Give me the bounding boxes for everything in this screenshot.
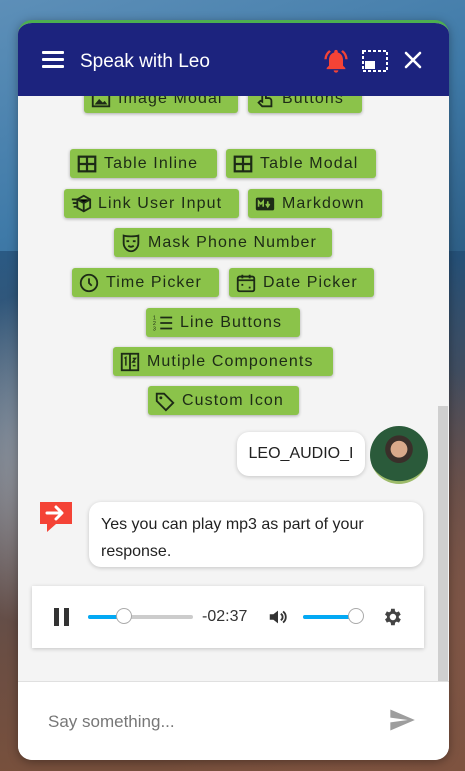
bot-message-bubble: Yes you can play mp3 as part of your res… [89,502,423,567]
touch-icon [257,96,273,107]
table-icon [233,155,253,172]
calendar-icon [236,274,256,292]
image-icon [91,96,111,107]
clock-icon [79,273,99,292]
mask-phone-number-button[interactable]: Mask Phone Number [114,228,332,257]
time-picker-button[interactable]: Time Picker [72,268,219,297]
chat-body[interactable]: Image Modal Buttons Table Inline Table M… [18,96,449,681]
bot-message-text: Yes you can play mp3 as part of your res… [101,516,364,560]
tag-icon [155,392,175,411]
table-icon [77,155,97,172]
chat-header: Speak with Leo [18,23,449,96]
list-icon: 123 [153,315,173,332]
mask-icon [122,233,140,252]
volume-thumb[interactable] [347,608,364,624]
image-modal-button[interactable]: Image Modal [84,96,238,113]
button-label: Mask Phone Number [148,233,317,251]
custom-icon-button[interactable]: Custom Icon [148,386,299,415]
button-label: Buttons [282,96,344,107]
scrollbar[interactable] [438,406,448,681]
chat-title: Speak with Leo [80,51,210,72]
user-message-bubble: LEO_AUDIO_I [237,432,365,476]
chat-footer [18,681,449,760]
button-label: Custom Icon [182,391,284,409]
button-label: Date Picker [263,273,358,291]
volume-icon[interactable] [266,606,290,628]
send-icon[interactable] [386,706,418,734]
message-input[interactable] [46,704,370,740]
button-label: Mutiple Components [147,352,314,370]
bot-avatar-icon [40,502,72,532]
components-icon [120,352,140,371]
menu-icon[interactable] [42,51,64,69]
table-inline-button[interactable]: Table Inline [70,149,217,178]
chat-widget: Speak with Leo Image Modal Buttons Table… [18,20,449,760]
line-buttons-button[interactable]: 123 Line Buttons [146,308,300,337]
link-input-icon [71,194,92,212]
bell-icon[interactable] [322,47,350,75]
volume-slider[interactable] [303,608,364,624]
audio-progress-slider[interactable] [88,608,193,624]
multiple-components-button[interactable]: Mutiple Components [113,347,333,376]
user-message-text: LEO_AUDIO_I [248,445,354,462]
audio-time: -02:37 [202,608,248,625]
close-icon[interactable] [401,48,425,72]
button-label: Markdown [282,194,365,212]
buttons-button[interactable]: Buttons [248,96,362,113]
button-label: Time Picker [106,273,202,291]
expand-icon[interactable] [361,49,389,73]
button-label: Table Inline [104,154,199,172]
date-picker-button[interactable]: Date Picker [229,268,374,297]
settings-icon[interactable] [381,606,403,628]
audio-progress-thumb[interactable] [115,608,132,624]
pause-icon[interactable] [54,608,70,626]
button-label: Link User Input [98,194,223,212]
button-label: Table Modal [260,154,359,172]
table-modal-button[interactable]: Table Modal [226,149,376,178]
button-label: Line Buttons [180,313,283,331]
button-label: Image Modal [118,96,223,107]
link-user-input-button[interactable]: Link User Input [64,189,239,218]
audio-player: -02:37 [32,586,424,648]
user-avatar [370,426,428,484]
markdown-button[interactable]: Markdown [248,189,382,218]
markdown-icon [255,197,275,210]
svg-text:3: 3 [153,326,157,332]
